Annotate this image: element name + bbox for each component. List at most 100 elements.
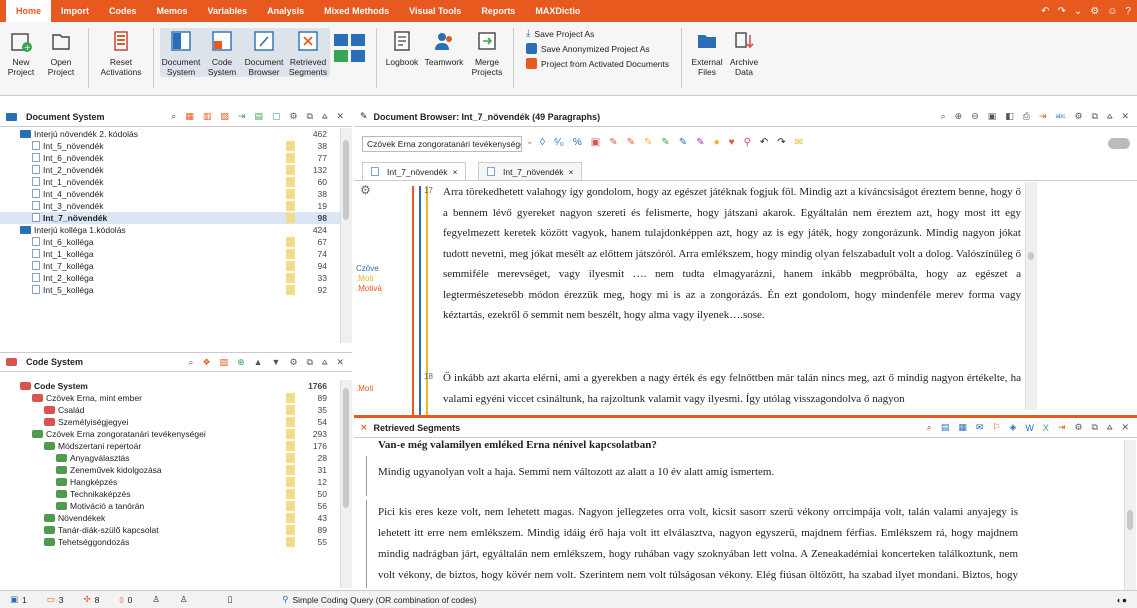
- margin-code-label[interactable]: .Motivá: [356, 284, 382, 293]
- logbook-button[interactable]: Logbook: [383, 28, 421, 67]
- doc_system-row[interactable]: Int_1_növendék 60: [0, 176, 345, 188]
- status-memos[interactable]: ✣ 8: [74, 594, 110, 605]
- spellcheck-icon[interactable]: ᵃᵇᶜ: [1056, 112, 1066, 122]
- code-icon[interactable]: ◊: [540, 137, 545, 148]
- collapse-icon[interactable]: ⩠: [322, 111, 327, 122]
- search-icon[interactable]: ⌕: [927, 422, 932, 433]
- close-icon[interactable]: ×: [569, 167, 574, 177]
- zoom-in-icon[interactable]: ⊕: [955, 111, 963, 122]
- status-weight[interactable]: ♙: [142, 594, 170, 605]
- menu-home[interactable]: Home: [6, 0, 52, 22]
- undo-icon[interactable]: ↶: [1041, 6, 1049, 17]
- word-export-icon[interactable]: W: [1025, 423, 1034, 433]
- doc_system-row[interactable]: Interjú növendék 2. kódolás 462: [0, 128, 345, 140]
- close-icon[interactable]: ✕: [336, 111, 344, 122]
- document-browser-scrollbar[interactable]: [1025, 182, 1037, 410]
- code-dropdown[interactable]: Czövek Erna zongoratanári tevékenységei: [362, 136, 522, 152]
- document-tree-scrollbar[interactable]: [340, 128, 352, 343]
- status-codes[interactable]: ▭ 3: [37, 594, 74, 605]
- menu-visual-tools[interactable]: Visual Tools: [399, 0, 471, 22]
- doc_system-row[interactable]: Int_2_növendék 132: [0, 164, 345, 176]
- collapse-icon[interactable]: ⩠: [1107, 422, 1112, 433]
- doc_system-row[interactable]: Int_6_kolléga 67: [0, 236, 345, 248]
- gear-icon[interactable]: ⚙: [1090, 6, 1099, 17]
- code-favorites-icon[interactable]: ❖: [202, 357, 210, 368]
- tab-int-7-novendek-2[interactable]: Int_7_növendék ×: [478, 162, 583, 180]
- doc_system-row[interactable]: Int_1_kolléga 74: [0, 248, 345, 260]
- menu-mixed-methods[interactable]: Mixed Methods: [314, 0, 399, 22]
- undock-icon[interactable]: ⧉: [1092, 422, 1098, 433]
- zoom-out-icon[interactable]: ⊖: [971, 111, 979, 122]
- menu-import[interactable]: Import: [51, 0, 99, 22]
- save-anonymized-button[interactable]: Save Anonymized Project As: [526, 43, 669, 54]
- doc_system-row[interactable]: Int_3_növendék 19: [0, 200, 345, 212]
- close-icon[interactable]: ✕: [1121, 111, 1129, 122]
- import-icon[interactable]: ⇥: [238, 111, 246, 122]
- menu-reports[interactable]: Reports: [471, 0, 525, 22]
- undock-icon[interactable]: ⧉: [307, 357, 313, 368]
- pin-icon[interactable]: ⚲: [744, 137, 751, 148]
- close-icon[interactable]: ✕: [1121, 422, 1129, 433]
- chevron-down-icon[interactable]: ⌄: [1074, 6, 1082, 17]
- export-icon[interactable]: ⇥: [1039, 111, 1047, 122]
- new-code-icon[interactable]: ⊕: [237, 357, 245, 368]
- external-files-button[interactable]: External Files: [688, 28, 726, 77]
- status-segments[interactable]: ◊ 0: [109, 595, 142, 605]
- doc_system-row[interactable]: Int_4_növendék 38: [0, 188, 345, 200]
- code_system-row[interactable]: Czövek Erna zongoratanári tevékenységei 2…: [0, 428, 345, 440]
- undo-coding-icon[interactable]: ↶: [760, 137, 768, 148]
- close-icon[interactable]: ✕: [336, 357, 344, 368]
- tab-int-7-novendek-1[interactable]: Int_7_növendék ×: [362, 162, 467, 180]
- code-in-vivo-icon[interactable]: ⁶⁄₀: [554, 137, 564, 148]
- paragraph-17[interactable]: Arra törekedhetett valahogy így gondolom…: [443, 182, 1021, 368]
- code_system-row[interactable]: Technikaképzés 50: [0, 488, 345, 500]
- gear-icon[interactable]: ⚙: [289, 111, 297, 122]
- code_system-row[interactable]: Motiváció a tanórán 56: [0, 500, 345, 512]
- smiley-icon[interactable]: ☺: [1107, 6, 1117, 17]
- split-view-icon[interactable]: ◧: [1005, 111, 1014, 122]
- doc_system-row[interactable]: Int_6_növendék 77: [0, 152, 345, 164]
- project-from-activated-button[interactable]: Project from Activated Documents: [526, 58, 669, 69]
- menu-maxdictio[interactable]: MAXDictio: [525, 0, 590, 22]
- new-document-icon[interactable]: ▤: [254, 111, 263, 122]
- code_system-row[interactable]: Tanár-diák-szülő kapcsolat 89: [0, 524, 345, 536]
- print-icon[interactable]: ⎙: [1023, 111, 1030, 122]
- code-tree-scrollbar[interactable]: [340, 380, 352, 588]
- paragraph-18[interactable]: Ő inkább azt akarta elérni, ami a gyerek…: [443, 368, 1021, 410]
- search-icon[interactable]: ⌕: [171, 111, 176, 122]
- layout-grid-button[interactable]: [330, 28, 370, 71]
- gear-icon[interactable]: ⚙: [1074, 422, 1082, 433]
- redo-icon[interactable]: ↷: [1057, 6, 1065, 17]
- doc_system-row[interactable]: Int_5_kolléga 92: [0, 284, 345, 296]
- code_system-row[interactable]: Zeneművek kidolgozása 31: [0, 464, 345, 476]
- code-quick-icon[interactable]: ▣: [591, 137, 600, 148]
- highlighter-orange-icon[interactable]: ✎: [627, 137, 635, 148]
- collapse-icon[interactable]: ⩠: [322, 357, 327, 368]
- gear-icon[interactable]: ⚙: [1074, 111, 1082, 122]
- code_system-row[interactable]: Család 35: [0, 404, 345, 416]
- margin-code-label[interactable]: Czöve: [356, 264, 379, 273]
- status-document[interactable]: ▯: [218, 594, 243, 605]
- code_system-row[interactable]: Személyiségjegyei 54: [0, 416, 345, 428]
- status-documents[interactable]: ▣ 1: [0, 594, 37, 605]
- retrieved-segments-scrollbar[interactable]: [1124, 440, 1136, 590]
- edit-mode-toggle[interactable]: [1108, 138, 1130, 149]
- overview-icon[interactable]: ▤: [941, 422, 950, 433]
- reset-activations-button[interactable]: Reset Activations: [95, 28, 147, 77]
- doc_system-row[interactable]: Int_7_kolléga 94: [0, 260, 345, 272]
- status-query[interactable]: ⚲ Simple Coding Query (OR combination of …: [272, 594, 486, 605]
- gear-icon[interactable]: ⚙: [289, 357, 297, 368]
- highlighter-yellow-icon[interactable]: ✎: [644, 137, 652, 148]
- teamwork-button[interactable]: Teamwork: [421, 28, 467, 67]
- code_system-row[interactable]: Tehetséggondozás 55: [0, 536, 345, 548]
- merge-projects-button[interactable]: Merge Projects: [467, 28, 507, 77]
- search-icon[interactable]: ⌕: [941, 111, 946, 122]
- undock-icon[interactable]: ⧉: [307, 111, 313, 122]
- chevron-down-icon[interactable]: ⌄: [526, 136, 534, 147]
- close-icon[interactable]: ×: [453, 167, 458, 177]
- menu-analysis[interactable]: Analysis: [257, 0, 314, 22]
- move-down-icon[interactable]: ▼: [272, 357, 281, 367]
- code-percent-icon[interactable]: %: [573, 137, 582, 148]
- smart-coding-icon[interactable]: ⚐: [992, 422, 1000, 433]
- code_system-row[interactable]: Anyagválasztás 28: [0, 452, 345, 464]
